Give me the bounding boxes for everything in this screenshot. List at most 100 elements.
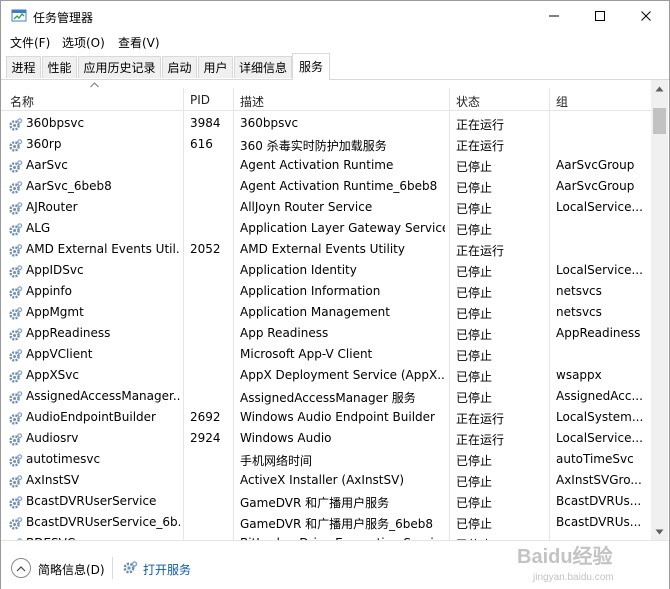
service-name: AppXSvc [26, 368, 79, 382]
service-group: LocalService... [556, 431, 643, 445]
table-row[interactable]: AppReadiness App Readiness 已停止 AppReadiness [1, 324, 651, 345]
open-services-link[interactable]: 打开服务 [143, 561, 191, 578]
service-description: 360bpsvc [240, 116, 299, 130]
service-description: AllJoyn Router Service [240, 200, 373, 214]
service-name: AMD External Events Util... [26, 242, 180, 256]
service-name: ALG [26, 221, 51, 235]
footer-divider [112, 557, 113, 579]
service-name: BcastDVRUserService_6b... [26, 515, 180, 529]
watermark-brand: Baidu经验 [517, 544, 613, 568]
service-status: 已停止 [456, 475, 493, 489]
table-row[interactable]: AppXSvc AppX Deployment Service (AppX... 已… [1, 366, 651, 387]
table-row[interactable]: AppVClient Microsoft App-V Client 已停止 [1, 345, 651, 366]
table-row[interactable]: AxInstSV ActiveX Installer (AxInstSV) 已停止 A… [1, 471, 651, 492]
service-gear-icon [9, 265, 23, 278]
service-group: AarSvcGroup [556, 179, 635, 193]
scroll-up-icon [655, 86, 664, 91]
table-header: 名称 PID 描述 状态 组 [1, 80, 651, 111]
baidu-jingyan-watermark: Baidu经验 jingyan.baidu.com [517, 544, 614, 583]
service-description: GameDVR 和广播用户服务_6beb8 [240, 517, 434, 531]
table-row[interactable]: ALG Application Layer Gateway Service 已停止 [1, 219, 651, 240]
service-name: 360bpsvc [26, 116, 85, 130]
table-row[interactable]: Appinfo Application Information 已停止 netsvcs [1, 282, 651, 303]
services-gear-icon [123, 561, 138, 574]
tab-startup[interactable]: 启动 [162, 56, 197, 78]
service-group: AppReadiness [556, 326, 641, 340]
fewer-details-button[interactable] [11, 558, 31, 578]
service-status: 已停止 [456, 454, 493, 468]
service-gear-icon [9, 307, 23, 320]
table-row[interactable]: AarSvc_6beb8 Agent Activation Runtime_6be… [1, 177, 651, 198]
service-name: AppVClient [26, 347, 93, 361]
service-description: Application Management [240, 305, 390, 319]
column-header-name[interactable]: 名称 [10, 93, 34, 110]
menu-options[interactable]: 选项(O) [62, 34, 105, 51]
service-name: Appinfo [26, 284, 72, 298]
service-status: 正在运行 [456, 139, 505, 153]
service-status: 正在运行 [456, 118, 505, 132]
tab-app-history[interactable]: 应用历史记录 [78, 56, 161, 78]
tab-users[interactable]: 用户 [198, 56, 233, 78]
title-bar[interactable]: 任务管理器 [1, 1, 669, 31]
table-row[interactable]: AssignedAccessManager... AssignedAccessMa… [1, 387, 651, 408]
table-row[interactable]: autotimesvc 手机网络时间 已停止 autoTimeSvc [1, 450, 651, 471]
service-gear-icon [9, 202, 23, 215]
service-gear-icon [9, 181, 23, 194]
service-gear-icon [9, 139, 23, 152]
service-name: AarSvc [26, 158, 68, 172]
service-group: BcastDVRUs... [556, 515, 642, 529]
service-name: 360rp [26, 137, 62, 151]
column-header-status[interactable]: 状态 [456, 93, 480, 110]
service-group: wsappx [556, 368, 602, 382]
table-row[interactable]: AudioEndpointBuilder 2692 Windows Audio En… [1, 408, 651, 429]
table-row[interactable]: AJRouter AllJoyn Router Service 已停止 LocalSe… [1, 198, 651, 219]
service-gear-icon [9, 244, 23, 257]
service-name: AssignedAccessManager... [26, 389, 180, 403]
table-row[interactable]: AppIDSvc Application Identity 已停止 LocalServ… [1, 261, 651, 282]
service-name: AppReadiness [26, 326, 111, 340]
column-header-description[interactable]: 描述 [240, 93, 264, 110]
scrollbar-thumb[interactable] [653, 108, 666, 134]
table-row[interactable]: BcastDVRUserService_6b... GameDVR 和广播用户服务… [1, 513, 651, 534]
table-row[interactable]: 360bpsvc 3984 360bpsvc 正在运行 [1, 114, 651, 135]
scroll-up-button[interactable] [651, 80, 668, 97]
tab-performance[interactable]: 性能 [42, 56, 77, 78]
menu-view[interactable]: 查看(V) [118, 34, 160, 51]
maximize-button[interactable] [577, 1, 623, 31]
table-row[interactable]: Audiosrv 2924 Windows Audio 正在运行 LocalServic… [1, 429, 651, 450]
menu-file[interactable]: 文件(F) [10, 34, 50, 51]
service-group: LocalService... [556, 200, 643, 214]
service-description: ActiveX Installer (AxInstSV) [240, 473, 405, 487]
service-gear-icon [9, 349, 23, 362]
table-row[interactable]: BcastDVRUserService GameDVR 和广播用户服务 已停止 Bca… [1, 492, 651, 513]
service-status: 已停止 [456, 391, 493, 405]
table-row[interactable]: AMD External Events Util... 2052 AMD Exter… [1, 240, 651, 261]
service-name: AppIDSvc [26, 263, 84, 277]
tab-details[interactable]: 详细信息 [234, 56, 292, 78]
service-status: 已停止 [456, 307, 493, 321]
service-group: LocalSystem... [556, 410, 644, 424]
fewer-details-link[interactable]: 简略信息(D) [38, 561, 105, 578]
service-gear-icon [9, 454, 23, 467]
service-group: netsvcs [556, 284, 602, 298]
tab-processes[interactable]: 进程 [6, 56, 41, 78]
table-row[interactable]: AppMgmt Application Management 已停止 netsvcs [1, 303, 651, 324]
scroll-down-icon [655, 529, 664, 534]
minimize-button[interactable] [531, 1, 577, 31]
service-gear-icon [9, 160, 23, 173]
service-group: netsvcs [556, 305, 602, 319]
column-header-pid[interactable]: PID [190, 93, 210, 107]
service-pid: 2692 [190, 410, 221, 424]
table-row[interactable]: AarSvc Agent Activation Runtime 已停止 AarSvcG… [1, 156, 651, 177]
service-description: App Readiness [240, 326, 329, 340]
column-header-group[interactable]: 组 [556, 93, 568, 110]
service-pid: 3984 [190, 116, 221, 130]
scroll-down-button[interactable] [651, 523, 668, 540]
tab-services[interactable]: 服务 [292, 53, 330, 80]
service-description: AppX Deployment Service (AppX... [240, 368, 445, 382]
table-row[interactable]: 360rp 616 360 杀毒实时防护加载服务 正在运行 [1, 135, 651, 156]
vertical-scrollbar[interactable] [651, 80, 668, 540]
close-button[interactable] [623, 1, 669, 31]
service-gear-icon [9, 496, 23, 509]
service-description: AMD External Events Utility [240, 242, 405, 256]
